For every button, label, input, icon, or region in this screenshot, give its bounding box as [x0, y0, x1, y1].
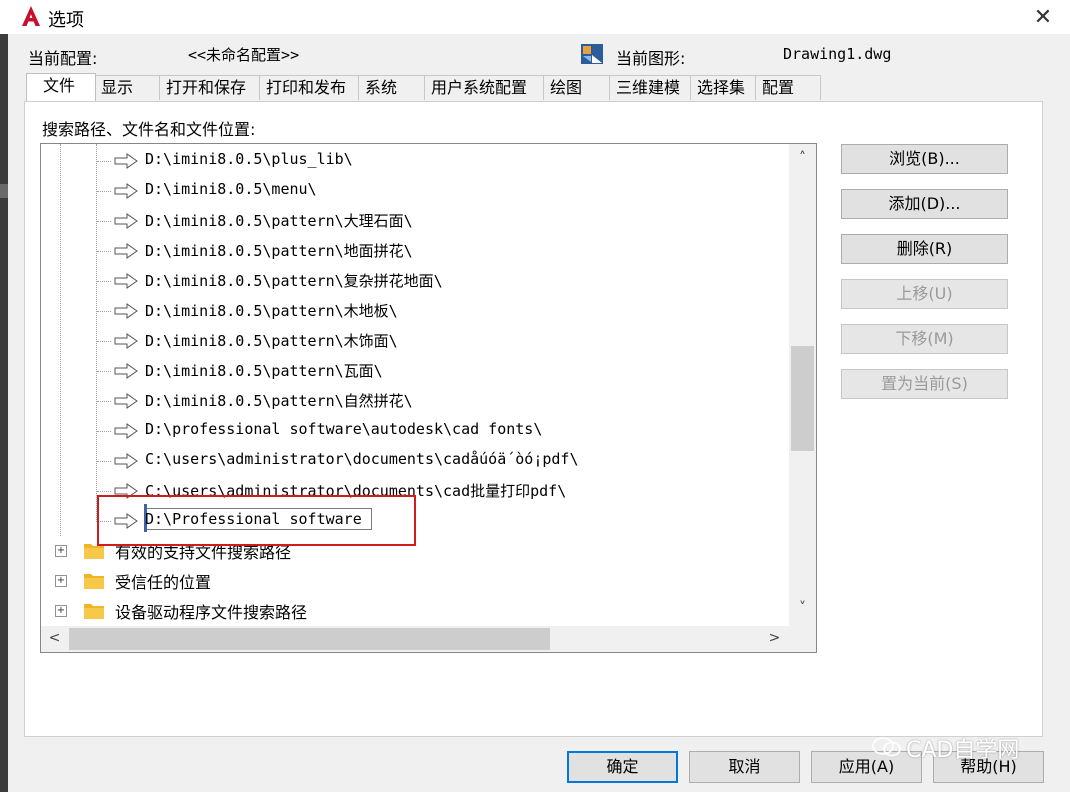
- tab-plot-publish[interactable]: 打印和发布: [259, 75, 359, 100]
- tree-connector: [97, 461, 111, 462]
- path-item[interactable]: D:\imini8.0.5\plus_lib\: [41, 147, 781, 175]
- folder-icon: [84, 604, 104, 619]
- horizontal-scroll-thumb[interactable]: [69, 628, 550, 650]
- background-window-edge: [0, 34, 8, 792]
- current-drawing-label: 当前图形:: [616, 49, 686, 68]
- scroll-left-icon[interactable]: <: [41, 630, 68, 646]
- path-arrow-icon: [114, 153, 138, 169]
- close-icon: ✕: [1033, 4, 1053, 30]
- tree-connector: [97, 431, 111, 432]
- expand-icon[interactable]: +: [55, 575, 67, 587]
- search-paths-label: 搜索路径、文件名和文件位置:: [42, 120, 256, 139]
- path-text: D:\imini8.0.5\menu\: [145, 180, 317, 198]
- move-down-button[interactable]: 下移(M): [841, 324, 1008, 354]
- path-arrow-icon: [114, 423, 138, 439]
- tree-connector: [97, 341, 111, 342]
- tree-connector: [97, 371, 111, 372]
- path-item[interactable]: D:\professional software\autodesk\cad fo…: [41, 417, 781, 445]
- path-item[interactable]: D:\imini8.0.5\pattern\大理石面\: [41, 207, 781, 235]
- title-bar: [0, 0, 1070, 34]
- path-arrow-icon: [114, 453, 138, 469]
- path-arrow-icon: [114, 183, 138, 199]
- path-item[interactable]: C:\users\administrator\documents\cadåúóä…: [41, 447, 781, 475]
- path-arrow-icon: [114, 243, 138, 259]
- tree-connector: [97, 191, 111, 192]
- path-item[interactable]: D:\imini8.0.5\pattern\木饰面\: [41, 327, 781, 355]
- path-text: D:\imini8.0.5\pattern\木饰面\: [145, 332, 398, 350]
- path-arrow-icon: [114, 333, 138, 349]
- path-text: D:\imini8.0.5\pattern\复杂拼花地面\: [145, 272, 443, 290]
- path-text: C:\users\administrator\documents\cadåúóä…: [145, 450, 579, 468]
- tab-drafting[interactable]: 绘图: [543, 75, 610, 100]
- search-path-tree[interactable]: D:\imini8.0.5\plus_lib\ D:\imini8.0.5\men…: [40, 143, 817, 653]
- close-button[interactable]: ✕: [1030, 4, 1056, 30]
- horizontal-scrollbar[interactable]: < >: [41, 626, 789, 652]
- scroll-down-icon[interactable]: ˅: [789, 600, 816, 616]
- tree-connector: [97, 401, 111, 402]
- scroll-up-icon[interactable]: ˄: [789, 150, 816, 166]
- vertical-scroll-thumb[interactable]: [791, 346, 814, 451]
- remove-button[interactable]: 删除(R): [841, 234, 1008, 264]
- path-item[interactable]: D:\imini8.0.5\pattern\复杂拼花地面\: [41, 267, 781, 295]
- scroll-right-icon[interactable]: >: [761, 630, 788, 646]
- path-text: D:\professional software\autodesk\cad fo…: [145, 420, 543, 438]
- autocad-logo-icon: [22, 6, 40, 26]
- path-arrow-icon: [114, 393, 138, 409]
- expand-icon[interactable]: +: [55, 605, 67, 617]
- tab-user-preferences[interactable]: 用户系统配置: [424, 75, 544, 100]
- path-text: D:\imini8.0.5\pattern\自然拼花\: [145, 392, 413, 410]
- tree-connector: [97, 221, 111, 222]
- tree-connector: [97, 491, 111, 492]
- browse-button[interactable]: 浏览(B)...: [841, 144, 1008, 174]
- tree-node-label: 受信任的位置: [115, 573, 212, 592]
- annotation-highlight-box: [97, 495, 416, 546]
- tab-3d-modeling[interactable]: 三维建模: [609, 75, 691, 100]
- path-text: D:\imini8.0.5\pattern\木地板\: [145, 302, 398, 320]
- add-button[interactable]: 添加(D)...: [841, 189, 1008, 219]
- tree-connector: [97, 311, 111, 312]
- tree-node-device-driver-paths[interactable]: + 设备驱动程序文件搜索路径: [41, 597, 781, 625]
- tab-system[interactable]: 系统: [358, 75, 425, 100]
- path-item[interactable]: D:\imini8.0.5\pattern\自然拼花\: [41, 387, 781, 415]
- tree-connector: [97, 161, 111, 162]
- wechat-watermark-icon: [872, 737, 901, 757]
- move-up-button[interactable]: 上移(U): [841, 279, 1008, 309]
- path-item[interactable]: D:\imini8.0.5\pattern\瓦面\: [41, 357, 781, 385]
- tab-display[interactable]: 显示: [94, 75, 160, 100]
- tree-node-trusted-locations[interactable]: + 受信任的位置: [41, 567, 781, 595]
- watermark-text: CAD自学网: [906, 738, 1020, 763]
- path-arrow-icon: [114, 363, 138, 379]
- folder-icon: [84, 574, 104, 589]
- cancel-button[interactable]: 取消: [689, 751, 800, 783]
- path-text: D:\imini8.0.5\pattern\地面拼花\: [145, 242, 413, 260]
- path-arrow-icon: [114, 273, 138, 289]
- expand-icon[interactable]: +: [55, 545, 67, 557]
- tab-selection[interactable]: 选择集: [690, 75, 756, 100]
- tab-profiles[interactable]: 配置: [755, 75, 821, 100]
- path-arrow-icon: [114, 213, 138, 229]
- current-profile-value: <<未命名配置>>: [188, 46, 300, 64]
- tab-open-save[interactable]: 打开和保存: [159, 75, 260, 100]
- tree-connector: [97, 281, 111, 282]
- window-title: 选项: [48, 10, 84, 31]
- path-text: D:\imini8.0.5\pattern\瓦面\: [145, 362, 383, 380]
- tree-connector: [97, 251, 111, 252]
- current-drawing-value: Drawing1.dwg: [783, 45, 892, 63]
- tab-files[interactable]: 文件: [26, 73, 96, 101]
- drawing-icon: [581, 44, 603, 64]
- scrollbar-corner: [789, 626, 816, 652]
- vertical-scrollbar[interactable]: ˄ ˅: [789, 144, 816, 626]
- path-item[interactable]: D:\imini8.0.5\pattern\地面拼花\: [41, 237, 781, 265]
- path-item[interactable]: D:\imini8.0.5\menu\: [41, 177, 781, 205]
- path-arrow-icon: [114, 303, 138, 319]
- current-profile-label: 当前配置:: [28, 49, 98, 68]
- path-text: D:\imini8.0.5\plus_lib\: [145, 150, 353, 168]
- ok-button[interactable]: 确定: [567, 751, 678, 783]
- set-current-button[interactable]: 置为当前(S): [841, 369, 1008, 399]
- tree-node-label: 设备驱动程序文件搜索路径: [115, 603, 308, 622]
- path-item[interactable]: D:\imini8.0.5\pattern\木地板\: [41, 297, 781, 325]
- path-text: D:\imini8.0.5\pattern\大理石面\: [145, 212, 413, 230]
